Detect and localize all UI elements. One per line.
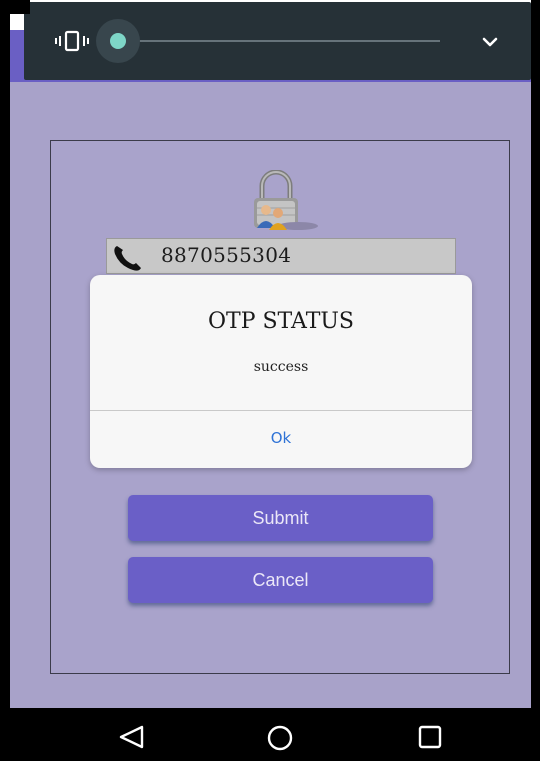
submit-button[interactable]: Submit: [128, 495, 433, 541]
recents-square-icon[interactable]: [417, 725, 443, 749]
volume-slider-track[interactable]: [118, 40, 440, 42]
screen-edge-right: [531, 0, 540, 761]
phone-number-value: 8870555304: [161, 243, 292, 267]
navigation-bar: [0, 708, 540, 761]
dialog-title: OTP STATUS: [207, 309, 355, 334]
home-circle-icon[interactable]: [266, 724, 294, 752]
vibrate-icon[interactable]: [54, 30, 92, 52]
phone-icon: [114, 246, 141, 271]
volume-slider-thumb[interactable]: [110, 33, 126, 49]
dialog-ok-button[interactable]: Ok: [90, 411, 472, 468]
otp-status-dialog: OTP STATUS success Ok: [90, 275, 472, 468]
lock-users-icon: [254, 170, 318, 230]
phone-screen: 8870555304 OTP STATUS success Ok Submit …: [0, 0, 540, 761]
screen-edge-left: [0, 0, 10, 761]
back-triangle-icon[interactable]: [116, 724, 146, 750]
phone-number-field[interactable]: 8870555304: [106, 238, 456, 274]
chevron-down-icon[interactable]: [478, 30, 502, 54]
screen-edge-top: [0, 0, 30, 14]
dialog-message: success: [253, 359, 309, 375]
cancel-button[interactable]: Cancel: [128, 557, 433, 603]
